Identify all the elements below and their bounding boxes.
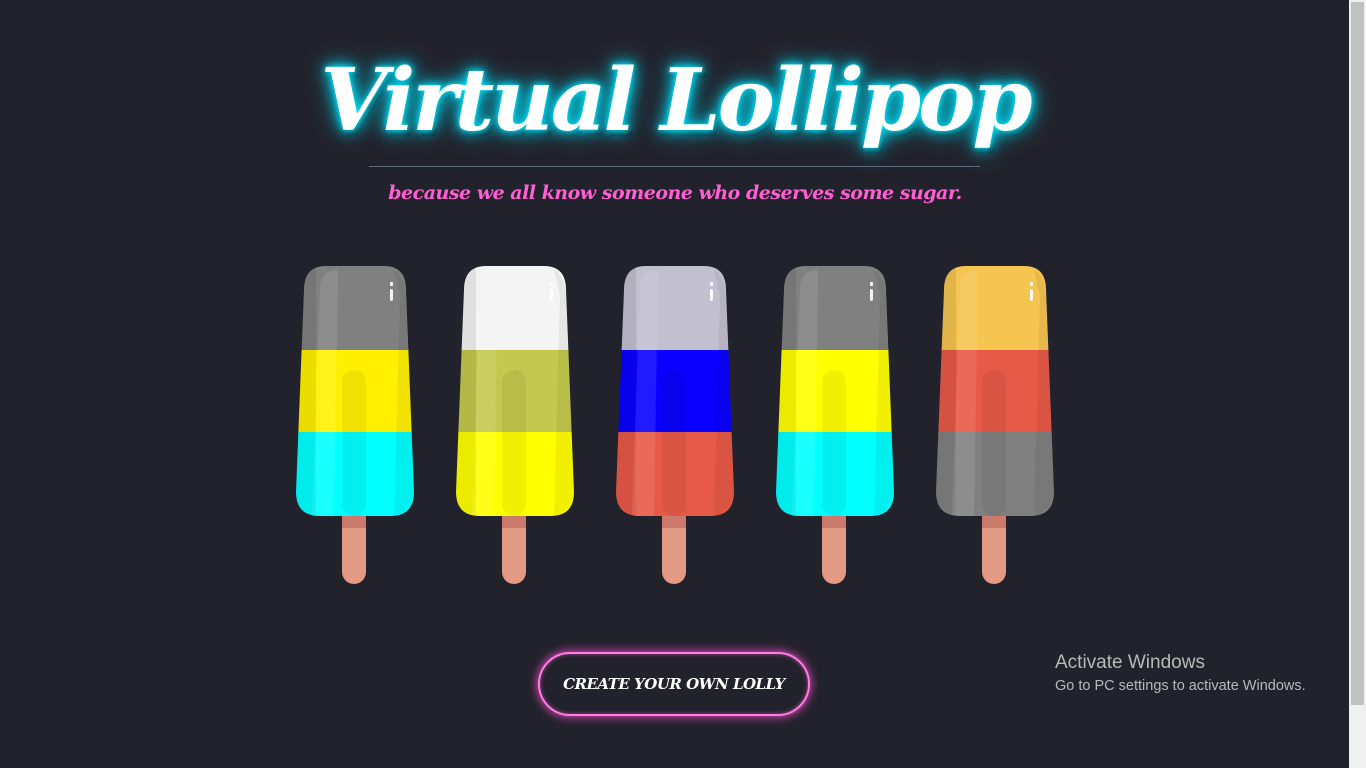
lolly-1[interactable] bbox=[294, 266, 416, 588]
tagline: because we all know someone who deserves… bbox=[388, 182, 962, 204]
page: Virtual Lollipop because we all know som… bbox=[0, 0, 1366, 768]
activate-windows-watermark: Activate Windows Go to PC settings to ac… bbox=[1055, 651, 1306, 697]
title-divider bbox=[369, 166, 980, 167]
lolly-body bbox=[934, 266, 1056, 516]
lolly-5[interactable] bbox=[934, 266, 1056, 588]
create-lolly-button[interactable]: CREATE YOUR OWN LOLLY bbox=[538, 652, 810, 716]
lolly-3[interactable] bbox=[614, 266, 736, 588]
lolly-body bbox=[614, 266, 736, 516]
lolly-body bbox=[774, 266, 896, 516]
lolly-body bbox=[294, 266, 416, 516]
scrollbar-thumb[interactable] bbox=[1351, 2, 1364, 705]
page-title: Virtual Lollipop bbox=[320, 49, 1032, 151]
lolly-body bbox=[454, 266, 576, 516]
activate-windows-title: Activate Windows bbox=[1055, 652, 1205, 673]
lolly-4[interactable] bbox=[774, 266, 896, 588]
vertical-scrollbar[interactable] bbox=[1349, 0, 1366, 768]
lolly-2[interactable] bbox=[454, 266, 576, 588]
activate-windows-subtitle: Go to PC settings to activate Windows. bbox=[1055, 678, 1306, 694]
